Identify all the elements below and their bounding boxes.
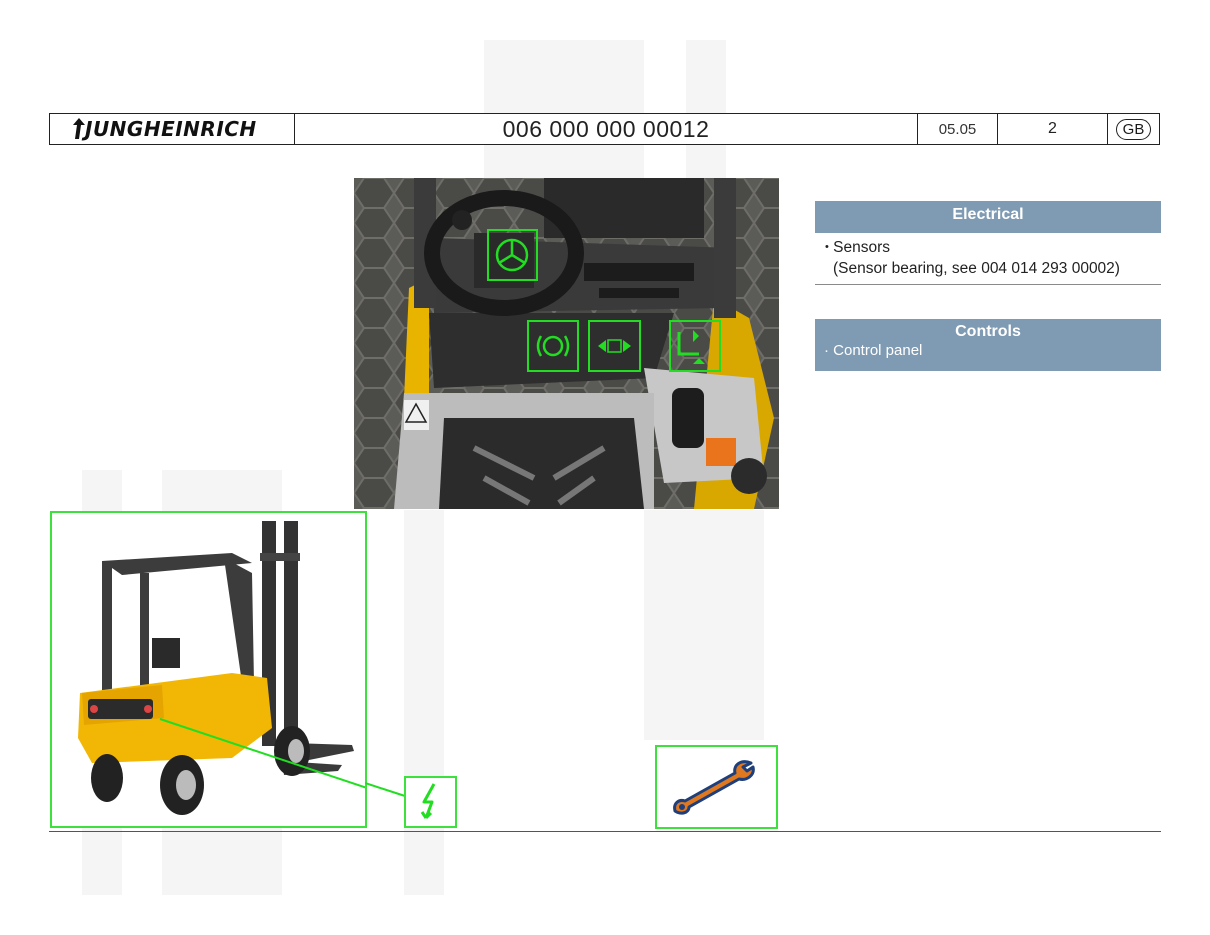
tool-icon-box (655, 745, 778, 829)
controls-section-title: Controls (955, 323, 1021, 340)
watermark (686, 40, 726, 180)
document-date: 05.05 (918, 114, 998, 144)
sensors-label: Sensors (833, 239, 891, 256)
electrical-section-title: Electrical (815, 201, 1161, 233)
lightning-icon (420, 783, 435, 820)
watermark (484, 40, 644, 180)
steering-direction-icon (598, 339, 631, 353)
wrench-icon (672, 760, 755, 815)
brake-icon (536, 335, 570, 357)
steering-wheel-icon (495, 238, 529, 272)
watermark (404, 510, 444, 895)
hydraulic-lever-highlight (669, 320, 721, 372)
logo-arrow-icon (73, 118, 85, 139)
sensors-item: • Sensors (825, 237, 1161, 258)
electrical-section-body: • Sensors (Sensor bearing, see 004 014 2… (815, 233, 1161, 285)
sensors-detail: (Sensor bearing, see 004 014 293 00002) (833, 260, 1120, 277)
footer-rule (49, 831, 1161, 832)
watermark (644, 510, 764, 740)
logo: JUNGHEINRICH (50, 114, 295, 144)
electrical-icon-box (404, 776, 457, 828)
logo-text: JUNGHEINRICH (85, 117, 257, 141)
cab-photo (354, 178, 779, 509)
controls-section: Controls · Control panel (815, 319, 1161, 371)
control-panel-item: · Control panel (824, 342, 923, 359)
bullet: • (825, 241, 829, 253)
steering-direction-highlight (588, 320, 641, 372)
page-number: 2 (998, 114, 1108, 144)
hydraulic-lever-icon (677, 330, 705, 364)
document-number: 006 000 000 00012 (295, 114, 918, 144)
language-badge: GB (1115, 118, 1152, 140)
brake-highlight (527, 320, 579, 372)
document-header: JUNGHEINRICH 006 000 000 00012 05.05 2 G… (49, 113, 1160, 145)
steering-wheel-highlight (487, 229, 538, 281)
forklift-photo (50, 511, 367, 828)
language-cell: GB (1108, 114, 1159, 144)
